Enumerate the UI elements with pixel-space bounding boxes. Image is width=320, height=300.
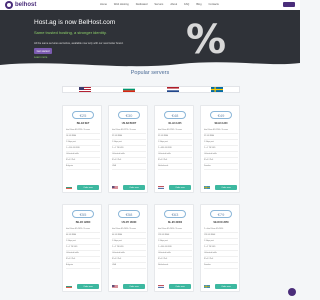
- server-name: SE-DUO 2650: [213, 221, 229, 224]
- server-name: SE-E3 1240: [214, 122, 228, 125]
- server-card: €49 SE-E3 1240 Intel Xeon E3-1240 / 4 co…: [200, 105, 240, 193]
- spec-item: USA: [112, 263, 146, 269]
- price-badge: €55: [72, 210, 94, 218]
- netherlands-flag-icon: [158, 186, 164, 189]
- nav-item-servers[interactable]: Servers: [154, 3, 163, 6]
- server-card: €79 SE-DUO 2650 2 x Intel Xeon E5-2650 1…: [200, 204, 240, 292]
- spec-item: USA: [112, 164, 146, 170]
- sweden-flag-icon: [204, 285, 210, 288]
- nav-item-blog[interactable]: Blog: [196, 3, 201, 6]
- spec-list: Intel Xeon E3-1230 / 4 cores 16 GB RAM 1…: [66, 128, 100, 170]
- country-filter-bar: [62, 86, 240, 93]
- hero-banner: Host.ag is now BelHost.com Same trusted …: [0, 10, 300, 68]
- bulgaria-flag-icon: [66, 285, 72, 288]
- server-name: NL-E5 32000: [167, 221, 183, 224]
- order-button[interactable]: Order now: [123, 185, 145, 190]
- server-name: US-NJ BUDT: [121, 122, 137, 125]
- spec-item: Sweden: [204, 164, 238, 170]
- order-button[interactable]: Order now: [77, 284, 99, 289]
- nav-item-faq[interactable]: FAQ: [184, 3, 189, 6]
- hero-title: Host.ag is now BelHost.com: [34, 19, 116, 26]
- price-badge: €48: [164, 111, 186, 119]
- price-badge: €79: [210, 210, 232, 218]
- chat-icon[interactable]: [288, 288, 296, 296]
- logo-icon: [5, 1, 13, 9]
- sweden-flag-icon: [204, 186, 210, 189]
- order-button[interactable]: Order now: [215, 284, 237, 289]
- get-started-button[interactable]: Get started: [34, 48, 52, 54]
- nav-login-button[interactable]: [283, 2, 295, 7]
- server-card: €30 US-NJ BUDT Intel Xeon E3-1270 / 4 co…: [108, 105, 148, 193]
- hero-subtitle: Same trusted hosting, a stronger identit…: [34, 30, 107, 35]
- price-badge: €49: [210, 111, 232, 119]
- spec-list: Intel Xeon E3-1270 / 4 cores 32 GB RAM 1…: [112, 128, 146, 170]
- order-button[interactable]: Order now: [77, 185, 99, 190]
- spec-list: Intel Xeon E3-1245 / 4 cores 32 GB RAM 1…: [158, 128, 192, 170]
- spec-list: Intel Xeon E5-2630 / 8 cores 64 GB RAM 1…: [112, 227, 146, 269]
- bulgaria-flag-icon: [66, 186, 72, 189]
- netherlands-flag-icon[interactable]: [167, 87, 179, 92]
- nav-item-about[interactable]: About: [170, 3, 177, 6]
- spec-list: Intel Xeon E5-2650 / 8 cores 128 GB RAM …: [158, 227, 192, 269]
- spec-item: Bulgaria: [66, 164, 100, 170]
- spec-item: Bulgaria: [66, 263, 100, 269]
- nav-item-web-hosting[interactable]: Web Hosting: [114, 3, 129, 6]
- sweden-flag-icon[interactable]: [211, 87, 223, 92]
- price-badge: €58: [118, 210, 140, 218]
- us-flag-icon: [112, 186, 118, 189]
- section-title: Popular servers: [130, 70, 170, 76]
- brand-name: belhost: [15, 2, 37, 8]
- spec-list: 2 x Intel Xeon E5-2650 128 GB RAM 1 Gbps…: [204, 227, 238, 269]
- nav-menu: Home Web Hosting Dedicated Servers About…: [100, 3, 219, 6]
- order-button[interactable]: Order now: [169, 284, 191, 289]
- server-name: BG-E5 12800: [75, 221, 91, 224]
- spec-list: Intel Xeon E5-2620 / 6 cores 64 GB RAM 1…: [66, 227, 100, 269]
- nav-item-dedicated[interactable]: Dedicated: [136, 3, 148, 6]
- server-card: €55 BG-E5 12800 Intel Xeon E5-2620 / 6 c…: [62, 204, 102, 292]
- server-card: €63 NL-E5 32000 Intel Xeon E5-2650 / 8 c…: [154, 204, 194, 292]
- server-card: €48 NL-E3 1245 Intel Xeon E3-1245 / 4 co…: [154, 105, 194, 193]
- hero-wave-divider: [0, 62, 300, 68]
- server-card: €58 US-NY 16000 Intel Xeon E5-2630 / 8 c…: [108, 204, 148, 292]
- nav-item-contacts[interactable]: Contacts: [209, 3, 219, 6]
- server-card: €25 BG-E3 SET Intel Xeon E3-1230 / 4 cor…: [62, 105, 102, 193]
- order-button[interactable]: Order now: [169, 185, 191, 190]
- nav-item-home[interactable]: Home: [100, 3, 107, 6]
- order-button[interactable]: Order now: [215, 185, 237, 190]
- server-name: US-NY 16000: [121, 221, 137, 224]
- spec-item: Sweden: [204, 263, 238, 269]
- server-name: NL-E3 1245: [168, 122, 182, 125]
- price-badge: €30: [118, 111, 140, 119]
- us-flag-icon[interactable]: [79, 87, 91, 92]
- brand-logo[interactable]: belhost: [5, 1, 36, 9]
- netherlands-flag-icon: [158, 285, 164, 288]
- server-name: BG-E3 SET: [76, 122, 90, 125]
- bulgaria-flag-icon[interactable]: [123, 87, 135, 92]
- price-badge: €63: [164, 210, 186, 218]
- top-navigation: belhost Home Web Hosting Dedicated Serve…: [0, 0, 300, 10]
- spec-item: Netherlands: [158, 164, 192, 170]
- us-flag-icon: [112, 285, 118, 288]
- spec-list: Intel Xeon E3-1240 / 4 cores 32 GB RAM 1…: [204, 128, 238, 170]
- price-badge: €25: [72, 111, 94, 119]
- hero-description: All the same services as before, availab…: [34, 42, 124, 45]
- spec-item: Netherlands: [158, 263, 192, 269]
- order-button[interactable]: Order now: [123, 284, 145, 289]
- percent-graphic: %: [186, 17, 227, 63]
